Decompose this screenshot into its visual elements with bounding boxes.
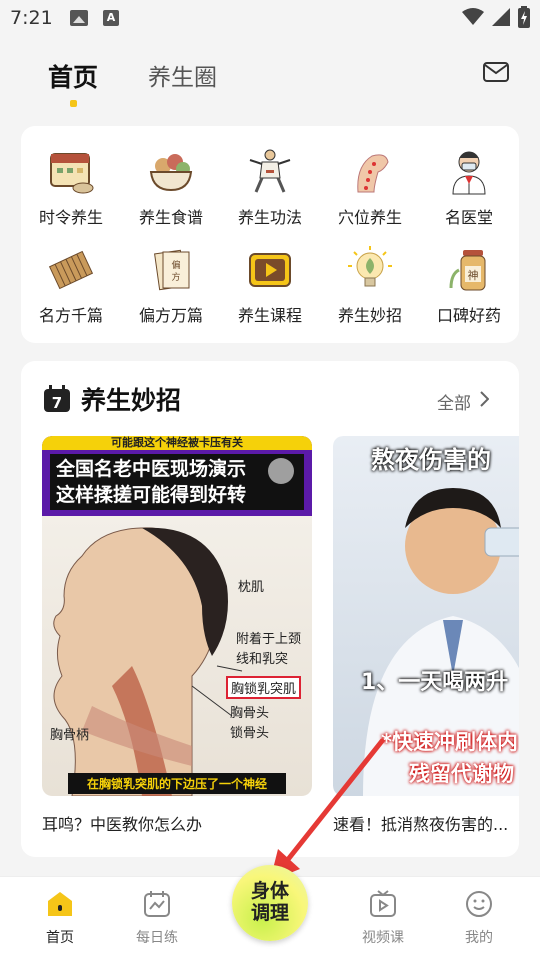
food-bowl-icon xyxy=(149,154,193,192)
nav-label: 首页 xyxy=(46,930,74,946)
doctor-icon xyxy=(452,151,486,195)
video-tv-icon xyxy=(370,890,396,917)
category-tips[interactable]: 养生妙招 xyxy=(320,244,420,326)
daily-practice-icon xyxy=(144,891,170,917)
svg-text:偏: 偏 xyxy=(171,259,180,271)
top-tab-bar: 首页 养生圈 xyxy=(0,52,540,112)
tab-health-circle[interactable]: 养生圈 xyxy=(148,58,217,92)
category-exercises[interactable]: 养生功法 xyxy=(220,146,320,228)
tab-home[interactable]: 首页 xyxy=(48,58,98,94)
a-notification-icon: A xyxy=(103,10,119,26)
nav-home[interactable]: 首页 xyxy=(20,889,100,947)
center-button-line1: 身体 xyxy=(250,880,289,902)
thumbnail-title: 熬夜伤害的 xyxy=(371,446,491,474)
category-medicines[interactable]: 神 口碑好药 xyxy=(419,244,519,326)
category-grid: 时令养生 养生食谱 养生功法 穴位养生 名医堂 名方千篇 偏方 偏方万篇 养生课… xyxy=(21,126,519,343)
body-conditioning-button[interactable]: 身体 调理 xyxy=(232,865,308,941)
category-label: 穴位养生 xyxy=(337,208,402,227)
wifi-icon xyxy=(462,8,484,25)
category-acupoints[interactable]: 穴位养生 xyxy=(320,146,420,228)
bottom-navigation: 首页 每日练 身体 调理 视频课 我的 xyxy=(0,865,540,960)
gallery-notification-icon xyxy=(70,10,88,26)
anatomy-label: 胸骨柄 xyxy=(50,728,90,743)
calendar-bowl-icon xyxy=(50,153,94,194)
thumbnail-highlight-line1: *快速冲刷体内 xyxy=(381,730,518,754)
video-course-icon xyxy=(249,253,291,287)
status-bar: 7:21 A xyxy=(0,0,540,38)
active-tab-indicator xyxy=(70,100,77,107)
nav-video-courses[interactable]: 视频课 xyxy=(343,889,423,947)
thumbnail-headline-line1: 全国名老中医现场演示 xyxy=(56,458,247,480)
anatomy-illustration: 枕肌 附着于上颈 线和乳突 胸锁乳突肌 胸骨头 锁骨头 胸骨柄 xyxy=(42,516,312,796)
section-title: 养生妙招 xyxy=(81,386,182,415)
category-classic-formulas[interactable]: 名方千篇 xyxy=(21,244,121,326)
taichi-figure-icon xyxy=(249,149,291,193)
category-seasonal[interactable]: 时令养生 xyxy=(21,146,121,228)
category-label: 偏方万篇 xyxy=(138,306,203,325)
thumbnail-headline-line2: 这样揉搓可能得到好转 xyxy=(56,484,247,506)
signal-icon xyxy=(492,8,510,26)
home-icon xyxy=(48,892,72,916)
video-title[interactable]: 耳鸣？中医教你怎么办 xyxy=(42,811,312,835)
calendar-icon: 7 xyxy=(44,385,70,412)
view-all-link[interactable]: 全部 xyxy=(437,389,471,414)
thumbnail-subtitle: 1、一天喝两升 xyxy=(361,670,509,695)
play-icon xyxy=(268,458,294,484)
medicine-jar-icon: 神 xyxy=(449,250,486,291)
bamboo-scroll-icon xyxy=(48,250,94,290)
calendar-day-number: 7 xyxy=(52,394,62,412)
chevron-right-icon[interactable] xyxy=(479,391,489,407)
nav-label: 每日练 xyxy=(136,930,178,946)
thumbnail-highlight-line2: 残留代谢物 xyxy=(409,762,514,786)
lightbulb-icon xyxy=(348,246,392,287)
category-courses[interactable]: 养生课程 xyxy=(220,244,320,326)
status-indicators xyxy=(462,6,530,28)
nav-label: 我的 xyxy=(465,930,493,946)
center-button-line2: 调理 xyxy=(250,902,289,924)
svg-text:方: 方 xyxy=(171,271,180,283)
category-recipes[interactable]: 养生食谱 xyxy=(121,146,221,228)
category-famous-doctors[interactable]: 名医堂 xyxy=(419,146,519,228)
video-card[interactable]: 可能跟这个神经被卡压有关 全国名老中医现场演示 这样揉搓可能得到好转 枕肌 附着… xyxy=(42,436,312,796)
mail-icon[interactable] xyxy=(482,60,510,84)
nav-daily-practice[interactable]: 每日练 xyxy=(117,889,197,947)
category-folk-remedies[interactable]: 偏方 偏方万篇 xyxy=(121,244,221,326)
category-label: 名方千篇 xyxy=(38,306,103,325)
category-label: 养生食谱 xyxy=(138,208,203,227)
category-label: 名医堂 xyxy=(444,208,493,227)
video-card[interactable]: 熬夜伤害的 1、一天喝两升 *快速冲刷体内 残留代谢物 xyxy=(333,436,519,796)
smiley-icon xyxy=(466,891,492,917)
anatomy-label: 胸骨头 xyxy=(230,706,270,721)
category-label: 养生妙招 xyxy=(337,306,402,325)
video-thumbnail: 熬夜伤害的 1、一天喝两升 *快速冲刷体内 残留代谢物 xyxy=(333,436,519,796)
status-time: 7:21 xyxy=(10,7,53,29)
video-thumbnail: 可能跟这个神经被卡压有关 全国名老中医现场演示 这样揉搓可能得到好转 枕肌 附着… xyxy=(42,436,312,796)
svg-text:神: 神 xyxy=(468,268,479,282)
anatomy-label: 附着于上颈 xyxy=(236,632,302,647)
nav-label: 视频课 xyxy=(362,930,404,946)
category-label: 时令养生 xyxy=(38,208,103,227)
anatomy-label-highlighted: 胸锁乳突肌 xyxy=(226,676,302,699)
prescription-paper-icon: 偏方 xyxy=(154,249,190,291)
tips-section: 7 养生妙招 全部 可能跟这个神经被卡压有关 全国名老中医现场演示 这样揉搓可能… xyxy=(21,361,519,857)
battery-charging-icon xyxy=(518,6,530,28)
nav-profile[interactable]: 我的 xyxy=(439,889,519,947)
thumbnail-strip-text: 可能跟这个神经被卡压有关 xyxy=(42,436,312,450)
category-label: 养生课程 xyxy=(237,306,302,325)
anatomy-label: 线和乳突 xyxy=(236,652,289,667)
category-label: 养生功法 xyxy=(237,208,302,227)
thumbnail-caption: 在胸锁乳突肌的下边压了一个神经 xyxy=(68,773,286,794)
acupoint-body-icon xyxy=(357,154,389,193)
category-label: 口碑好药 xyxy=(436,306,501,325)
anatomy-label: 锁骨头 xyxy=(230,726,270,741)
thumbnail-headline: 全国名老中医现场演示 这样揉搓可能得到好转 xyxy=(50,454,304,510)
anatomy-label: 枕肌 xyxy=(238,580,265,595)
video-title[interactable]: 速看！抵消熬夜伤害的... xyxy=(333,811,519,835)
